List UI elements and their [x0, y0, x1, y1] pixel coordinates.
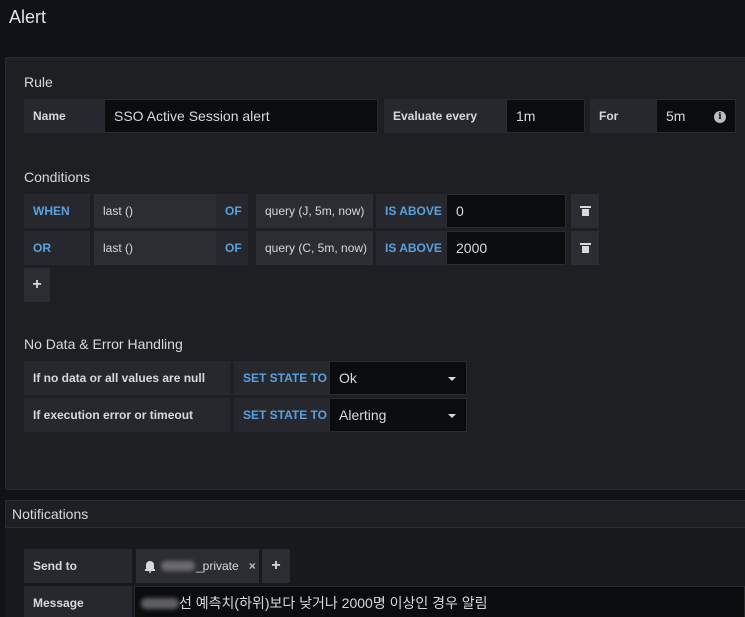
message-label: Message [24, 586, 132, 617]
delete-condition-button[interactable] [571, 194, 599, 228]
no-data-section-title: No Data & Error Handling [24, 336, 183, 352]
for-value: 5m [666, 108, 686, 124]
for-input[interactable]: 5m i [656, 99, 736, 133]
bell-icon [145, 560, 155, 573]
caret-down-icon [448, 377, 456, 381]
channel-name-suffix: _private [196, 559, 239, 573]
rule-section-title: Rule [24, 74, 53, 90]
for-label: For [590, 99, 656, 133]
execution-error-label: If execution error or timeout [24, 398, 230, 432]
page-title: Alert [9, 7, 47, 27]
condition-threshold-input[interactable]: 2000 [446, 231, 566, 265]
trash-icon [579, 206, 591, 216]
set-state-label: SET STATE TO [234, 361, 329, 395]
add-notification-button[interactable]: + [262, 549, 290, 583]
condition-threshold-input[interactable]: 0 [446, 194, 566, 228]
send-to-label: Send to [24, 549, 132, 583]
condition-operator[interactable]: WHEN [24, 194, 90, 228]
redacted-message-prefix [141, 597, 179, 609]
alert-page: Alert Rule Name SSO Active Session alert… [0, 0, 745, 617]
condition-of-label: OF [216, 194, 248, 228]
delete-condition-button[interactable] [571, 231, 599, 265]
condition-query[interactable]: query (J, 5m, now) [256, 194, 373, 228]
name-label: Name [24, 99, 104, 133]
execution-error-state-value: Alerting [339, 407, 387, 423]
no-data-label: If no data or all values are null [24, 361, 230, 395]
redacted-channel-name [161, 561, 195, 571]
notifications-header [5, 500, 745, 528]
name-input[interactable]: SSO Active Session alert [104, 99, 378, 133]
add-condition-button[interactable]: + [24, 268, 50, 302]
condition-of-label: OF [216, 231, 248, 265]
condition-reducer[interactable]: last () [94, 231, 216, 265]
notifications-section-title: Notifications [12, 506, 89, 522]
remove-channel-icon[interactable]: × [249, 559, 256, 573]
notification-channel-chip[interactable]: _private × [136, 549, 259, 583]
evaluate-every-label: Evaluate every [384, 99, 506, 133]
message-input[interactable]: 선 예측치(하위)보다 낮거나 2000명 이상인 경우 알림 [134, 586, 745, 617]
condition-query[interactable]: query (C, 5m, now) [256, 231, 373, 265]
execution-error-state-select[interactable]: Alerting [329, 398, 467, 432]
condition-evaluator[interactable]: IS ABOVE [376, 194, 446, 228]
no-data-state-select[interactable]: Ok [329, 361, 467, 395]
condition-reducer[interactable]: last () [94, 194, 216, 228]
condition-operator[interactable]: OR [24, 231, 90, 265]
condition-evaluator[interactable]: IS ABOVE [376, 231, 446, 265]
set-state-label: SET STATE TO [234, 398, 329, 432]
caret-down-icon [448, 414, 456, 418]
info-icon[interactable]: i [714, 111, 726, 123]
no-data-state-value: Ok [339, 370, 357, 386]
conditions-section-title: Conditions [24, 169, 91, 185]
message-text: 선 예측치(하위)보다 낮거나 2000명 이상인 경우 알림 [179, 595, 488, 611]
evaluate-every-input[interactable]: 1m [506, 99, 585, 133]
trash-icon [579, 243, 591, 253]
